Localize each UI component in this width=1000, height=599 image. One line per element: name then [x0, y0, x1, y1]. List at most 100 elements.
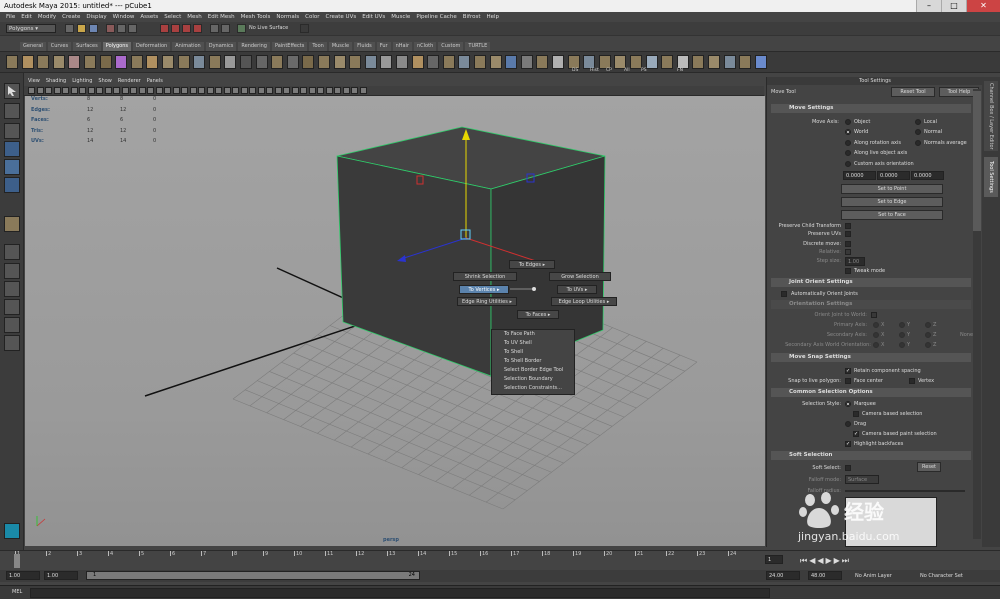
drag-radio[interactable]	[845, 421, 851, 427]
custom-axis-x[interactable]: 0.0000	[843, 171, 876, 180]
viewport-tool-9-icon[interactable]	[96, 87, 103, 94]
playback-end-field[interactable]: 24.00	[766, 571, 800, 580]
layout-single-icon[interactable]	[4, 244, 20, 260]
scale-tool-icon[interactable]	[4, 177, 20, 193]
snap-point-icon[interactable]	[182, 24, 191, 33]
cube-front-face[interactable]	[336, 155, 492, 377]
anim-layer-dropdown[interactable]: No Anim Layer	[855, 573, 892, 579]
layout-persp-outliner-icon[interactable]	[4, 299, 20, 315]
preserve-uvs-checkbox[interactable]	[845, 231, 851, 237]
shelf-tool-49-icon[interactable]	[754, 55, 767, 69]
viewport-tool-40-icon[interactable]	[359, 87, 367, 94]
mm-to-vertices[interactable]: To Vertices ▸	[459, 285, 509, 294]
panel-scrollbar[interactable]	[973, 89, 981, 539]
select-hierarchy-icon[interactable]	[106, 24, 115, 33]
time-slider[interactable]: 1234567891011121314151617181920212223241…	[0, 550, 1000, 568]
viewport-tool-21-icon[interactable]	[198, 87, 205, 94]
viewport-tool-8-icon[interactable]	[87, 87, 95, 94]
axis-radio[interactable]	[873, 332, 879, 338]
axis-option-radio[interactable]	[845, 150, 851, 156]
viewport-tool-1-icon[interactable]	[28, 87, 35, 94]
tab-tool-settings[interactable]: Tool Settings	[984, 157, 998, 197]
viewport-tool-24-icon[interactable]	[223, 87, 231, 94]
viewport-tool-12-icon[interactable]	[121, 87, 129, 94]
submenu-item[interactable]: To UV Shell	[492, 339, 574, 348]
snap-grid-icon[interactable]	[160, 24, 169, 33]
layout-hypershade-icon[interactable]	[4, 335, 20, 351]
shelf-tool-3-icon[interactable]	[37, 55, 50, 69]
shelf-tool-23-icon[interactable]	[349, 55, 362, 69]
viewport-tool-5-icon[interactable]	[62, 87, 69, 94]
shelf-tool-27-icon[interactable]	[411, 55, 424, 69]
set-to-edge-button[interactable]: Set to Edge	[841, 197, 943, 207]
shelf-tool-35-icon[interactable]	[536, 55, 549, 69]
shelf-tool-4-icon[interactable]	[52, 55, 65, 69]
section-common-selection[interactable]: Common Selection Options	[771, 388, 971, 397]
axis-radio[interactable]	[925, 332, 931, 338]
shelf-tool-6-icon[interactable]	[84, 55, 96, 69]
viewport-tool-28-icon[interactable]	[257, 87, 265, 94]
shelf-tool-2-icon[interactable]	[21, 55, 34, 69]
save-scene-icon[interactable]	[89, 24, 98, 33]
viewport-tool-22-icon[interactable]	[206, 87, 214, 94]
submenu-item[interactable]: To Shell	[492, 348, 574, 357]
viewport-tool-32-icon[interactable]	[291, 87, 299, 94]
shelf-tool-12-icon[interactable]	[177, 55, 190, 69]
viewport-menu-lighting[interactable]: Lighting	[72, 77, 92, 86]
shelf-tab-dynamics[interactable]: Dynamics	[205, 42, 237, 51]
shelf-tab-polygons[interactable]: Polygons	[102, 42, 131, 51]
character-set-dropdown[interactable]: No Character Set	[920, 573, 963, 579]
axis-option-radio[interactable]	[915, 140, 921, 146]
shelf-tab-fluids[interactable]: Fluids	[354, 42, 375, 51]
viewport-tool-34-icon[interactable]	[308, 87, 316, 94]
axis-radio[interactable]	[899, 342, 905, 348]
section-joint-orient[interactable]: Joint Orient Settings	[771, 278, 971, 287]
custom-axis-y[interactable]: 0.0000	[877, 171, 910, 180]
soft-reset-button[interactable]: Reset	[917, 462, 941, 472]
viewport-tool-19-icon[interactable]	[181, 87, 188, 94]
shelf-tool-36-icon[interactable]	[552, 55, 564, 69]
shelf-tab-deformation[interactable]: Deformation	[133, 42, 171, 51]
menu-create-uvs[interactable]: Create UVs	[326, 12, 357, 22]
marquee-radio[interactable]	[845, 401, 851, 407]
viewport-tool-20-icon[interactable]	[189, 87, 197, 94]
mm-shrink[interactable]: Shrink Selection	[453, 272, 517, 281]
shelf-tool-32-icon[interactable]	[489, 55, 502, 69]
shelf-tab-turtle[interactable]: TURTLE	[465, 42, 491, 51]
axis-option-radio[interactable]	[845, 161, 851, 167]
shelf-tool-48-icon[interactable]	[739, 55, 752, 69]
vertex-checkbox[interactable]	[909, 378, 915, 384]
shelf-tab-rendering[interactable]: Rendering	[238, 42, 270, 51]
viewport-tool-18-icon[interactable]	[172, 87, 180, 94]
menu-pipeline-cache[interactable]: Pipeline Cache	[416, 12, 456, 22]
shelf-tool-24-icon[interactable]	[364, 55, 377, 69]
menu-window[interactable]: Window	[113, 12, 135, 22]
viewport-tool-6-icon[interactable]	[70, 87, 78, 94]
viewport-menu-panels[interactable]: Panels	[147, 77, 163, 86]
shelf-tool-16-icon[interactable]	[240, 55, 252, 69]
shelf-tool-7-icon[interactable]	[99, 55, 112, 69]
minimize-icon[interactable]: –	[916, 0, 941, 12]
panel-scrollbar-thumb[interactable]	[973, 91, 981, 231]
menu-edit-uvs[interactable]: Edit UVs	[362, 12, 385, 22]
history-icon[interactable]	[210, 24, 219, 33]
section-orientation-settings[interactable]: Orientation Settings	[771, 300, 971, 309]
viewport-tool-36-icon[interactable]	[325, 87, 333, 94]
current-frame-field[interactable]: 1	[765, 555, 783, 564]
section-soft-selection[interactable]: Soft Selection	[771, 451, 971, 460]
viewport-tool-37-icon[interactable]	[334, 87, 341, 94]
viewport-tool-16-icon[interactable]	[155, 87, 163, 94]
shelf-tab-curves[interactable]: Curves	[47, 42, 72, 51]
menu-assets[interactable]: Assets	[140, 12, 158, 22]
shelf-tool-22-icon[interactable]	[333, 55, 346, 69]
shelf-tool-18-icon[interactable]	[271, 55, 284, 69]
viewport-tool-7-icon[interactable]	[79, 87, 86, 94]
python-logo-icon[interactable]	[4, 523, 20, 539]
menu-display[interactable]: Display	[86, 12, 106, 22]
lasso-tool-icon[interactable]	[4, 103, 20, 119]
shelf-tool-44-icon[interactable]	[676, 55, 689, 69]
tab-channel-box[interactable]: Channel Box / Layer Editor	[984, 81, 998, 151]
viewport-menu-shading[interactable]: Shading	[46, 77, 66, 86]
close-icon[interactable]: ✕	[966, 0, 1000, 12]
viewport-tool-4-icon[interactable]	[53, 87, 61, 94]
